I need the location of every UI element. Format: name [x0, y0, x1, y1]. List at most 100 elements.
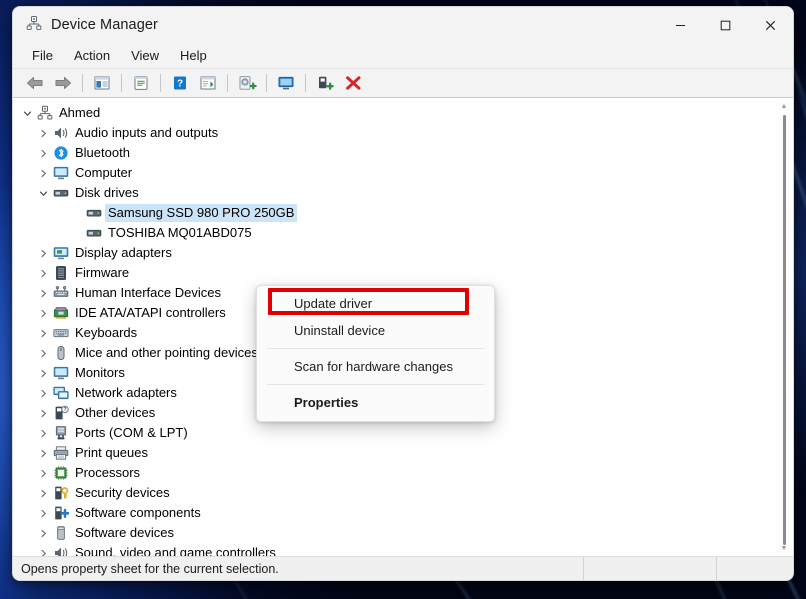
tree-item[interactable]: Security devices	[13, 483, 775, 503]
speaker-icon	[51, 125, 71, 141]
tree-item[interactable]: Ports (COM & LPT)	[13, 423, 775, 443]
mouse-icon	[51, 345, 71, 361]
tree-item[interactable]: Ahmed	[13, 103, 775, 123]
properties-icon[interactable]	[128, 71, 154, 95]
chevron-right-icon[interactable]	[35, 129, 51, 138]
chevron-right-icon[interactable]	[35, 449, 51, 458]
context-menu-item-update-driver[interactable]: Update driver	[257, 290, 494, 317]
add-legacy-hardware-icon[interactable]	[273, 71, 299, 95]
tree-item-label: Ahmed	[59, 105, 101, 120]
toolbar-separator	[121, 74, 122, 92]
context-menu-item-properties[interactable]: Properties	[257, 389, 494, 416]
toolbar-separator	[82, 74, 83, 92]
chevron-right-icon[interactable]	[35, 269, 51, 278]
update-driver-icon[interactable]	[195, 71, 221, 95]
hid-icon	[51, 285, 71, 301]
tree-item[interactable]: Samsung SSD 980 PRO 250GB	[13, 203, 775, 223]
tree-item-label: Ports (COM & LPT)	[75, 425, 188, 440]
processor-icon	[51, 465, 71, 481]
tree-item[interactable]: Software components	[13, 503, 775, 523]
chevron-right-icon[interactable]	[35, 549, 51, 556]
tree-item-label: TOSHIBA MQ01ABD075	[108, 225, 252, 240]
maximize-button[interactable]	[703, 7, 748, 43]
disk-drive-icon	[84, 225, 104, 241]
scroll-up-arrow[interactable]: ▲	[776, 103, 792, 110]
minimize-button[interactable]	[658, 7, 703, 43]
computer-root-icon	[35, 105, 55, 121]
context-menu-item-scan-for-hardware-changes[interactable]: Scan for hardware changes	[257, 353, 494, 380]
scan-hardware-changes-icon[interactable]	[234, 71, 260, 95]
enable-device-icon[interactable]	[312, 71, 338, 95]
tree-item-label: Bluetooth	[75, 145, 130, 160]
chevron-right-icon[interactable]	[35, 469, 51, 478]
context-menu-separator	[267, 384, 484, 385]
menu-view[interactable]: View	[121, 46, 169, 65]
chevron-right-icon[interactable]	[35, 289, 51, 298]
menu-file[interactable]: File	[22, 46, 63, 65]
tree-item-label: Keyboards	[75, 325, 138, 340]
tree-item[interactable]: Audio inputs and outputs	[13, 123, 775, 143]
chevron-right-icon[interactable]	[35, 369, 51, 378]
menu-action[interactable]: Action	[64, 46, 120, 65]
chevron-right-icon[interactable]	[35, 309, 51, 318]
show-hide-console-tree-icon[interactable]	[89, 71, 115, 95]
tree-item-label: Computer	[75, 165, 133, 180]
tree-item[interactable]: Print queues	[13, 443, 775, 463]
back-icon[interactable]	[22, 71, 48, 95]
context-menu-item-uninstall-device[interactable]: Uninstall device	[257, 317, 494, 344]
uninstall-device-icon[interactable]	[340, 71, 366, 95]
bluetooth-icon	[51, 145, 71, 161]
monitor-icon	[51, 365, 71, 381]
svg-text:?: ?	[177, 79, 183, 90]
chevron-right-icon[interactable]	[35, 509, 51, 518]
tree-item-label: Audio inputs and outputs	[75, 125, 219, 140]
scroll-down-arrow[interactable]: ▼	[776, 545, 792, 552]
menu-help[interactable]: Help	[170, 46, 217, 65]
chevron-right-icon[interactable]	[35, 149, 51, 158]
tree-item[interactable]: Processors	[13, 463, 775, 483]
tree-item[interactable]: Firmware	[13, 263, 775, 283]
status-bar: Opens property sheet for the current sel…	[13, 556, 793, 580]
tree-item[interactable]: Sound, video and game controllers	[13, 543, 775, 556]
tree-item-label: Display adapters	[75, 245, 172, 260]
title-bar[interactable]: Device Manager	[13, 7, 793, 43]
tree-item-label: Sound, video and game controllers	[75, 545, 276, 556]
chevron-down-icon[interactable]	[35, 189, 51, 198]
chevron-right-icon[interactable]	[35, 249, 51, 258]
chevron-down-icon[interactable]	[19, 109, 35, 118]
tree-item[interactable]: Computer	[13, 163, 775, 183]
forward-icon[interactable]	[50, 71, 76, 95]
software-component-icon	[51, 505, 71, 521]
scrollbar-thumb[interactable]	[782, 115, 786, 545]
chevron-right-icon[interactable]	[35, 389, 51, 398]
chevron-right-icon[interactable]	[35, 329, 51, 338]
disk-drive-icon	[84, 205, 104, 221]
tree-item[interactable]: TOSHIBA MQ01ABD075	[13, 223, 775, 243]
chevron-right-icon[interactable]	[35, 409, 51, 418]
toolbar-separator	[227, 74, 228, 92]
tree-item[interactable]: Software devices	[13, 523, 775, 543]
help-icon[interactable]: ?	[167, 71, 193, 95]
chevron-right-icon[interactable]	[35, 429, 51, 438]
tree-item-label: Software devices	[75, 525, 174, 540]
window-controls	[658, 7, 793, 43]
chevron-right-icon[interactable]	[35, 529, 51, 538]
keyboard-icon	[51, 325, 71, 341]
disk-drive-icon	[51, 185, 71, 201]
unknown-device-icon: ?	[51, 405, 71, 421]
close-button[interactable]	[748, 7, 793, 43]
tree-item[interactable]: Display adapters	[13, 243, 775, 263]
chevron-right-icon[interactable]	[35, 349, 51, 358]
tree-item[interactable]: Bluetooth	[13, 143, 775, 163]
chevron-right-icon[interactable]	[35, 489, 51, 498]
menu-bar: File Action View Help	[13, 43, 793, 69]
tree-item-label: IDE ATA/ATAPI controllers	[75, 305, 226, 320]
port-icon	[51, 425, 71, 441]
chevron-right-icon[interactable]	[35, 169, 51, 178]
vertical-scrollbar[interactable]: ▲ ▼	[776, 99, 792, 556]
window-title: Device Manager	[51, 17, 158, 33]
toolbar: ?	[13, 69, 793, 98]
title-bar-left: Device Manager	[13, 15, 158, 36]
tree-item-label: Human Interface Devices	[75, 285, 221, 300]
tree-item[interactable]: Disk drives	[13, 183, 775, 203]
